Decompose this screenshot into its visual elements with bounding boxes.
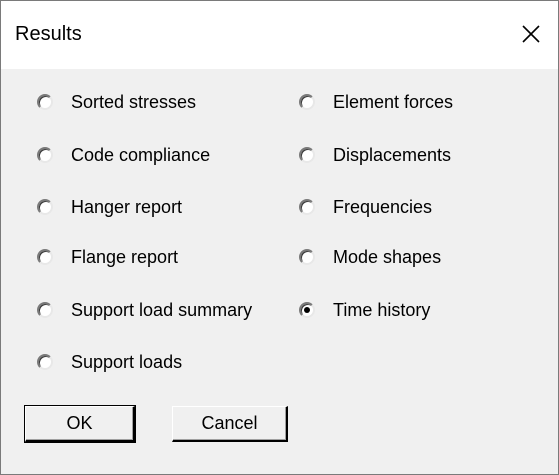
radio-button-icon[interactable] (37, 302, 53, 318)
title-bar[interactable]: Results (1, 1, 558, 69)
window-title: Results (15, 23, 82, 45)
radio-label: Time history (333, 300, 431, 320)
radio-time-history[interactable]: Time history (299, 297, 430, 323)
radio-button-icon[interactable] (299, 199, 315, 215)
results-dialog: Results Sorted stresses Code compliance … (0, 0, 559, 475)
radio-button-icon[interactable] (299, 94, 315, 110)
radio-label: Mode shapes (333, 247, 442, 267)
radio-code-compliance[interactable]: Code compliance (37, 142, 210, 168)
radio-mode-shapes[interactable]: Mode shapes (299, 244, 441, 270)
radio-button-icon[interactable] (37, 199, 53, 215)
radio-label: Code compliance (71, 145, 211, 165)
radio-button-icon[interactable] (299, 249, 315, 265)
radio-label: Support load summary (71, 300, 253, 320)
radio-support-loads[interactable]: Support loads (37, 349, 182, 375)
radio-label: Frequencies (333, 197, 433, 217)
radio-label: Displacements (333, 145, 452, 165)
radio-selected-dot (304, 307, 310, 313)
radio-button-icon[interactable] (37, 94, 53, 110)
radio-button-icon[interactable] (299, 147, 315, 163)
radio-hanger-report[interactable]: Hanger report (37, 194, 182, 220)
radio-displacements[interactable]: Displacements (299, 142, 451, 168)
radio-label: Support loads (71, 352, 183, 372)
ok-button[interactable]: OK (24, 405, 136, 443)
radio-label: Hanger report (71, 197, 183, 217)
radio-button-icon[interactable] (37, 147, 53, 163)
radio-sorted-stresses[interactable]: Sorted stresses (37, 89, 196, 115)
close-icon (522, 25, 540, 43)
radio-button-icon[interactable] (37, 354, 53, 370)
radio-button-icon[interactable] (299, 302, 315, 318)
radio-label: Flange report (71, 247, 179, 267)
radio-label: Sorted stresses (71, 92, 197, 112)
radio-label: Element forces (333, 92, 454, 112)
radio-support-load-summary[interactable]: Support load summary (37, 297, 252, 323)
radio-element-forces[interactable]: Element forces (299, 89, 453, 115)
close-button[interactable] (508, 11, 554, 57)
cancel-button[interactable]: Cancel (172, 406, 288, 442)
radio-button-icon[interactable] (37, 249, 53, 265)
radio-flange-report[interactable]: Flange report (37, 244, 178, 270)
radio-frequencies[interactable]: Frequencies (299, 194, 432, 220)
